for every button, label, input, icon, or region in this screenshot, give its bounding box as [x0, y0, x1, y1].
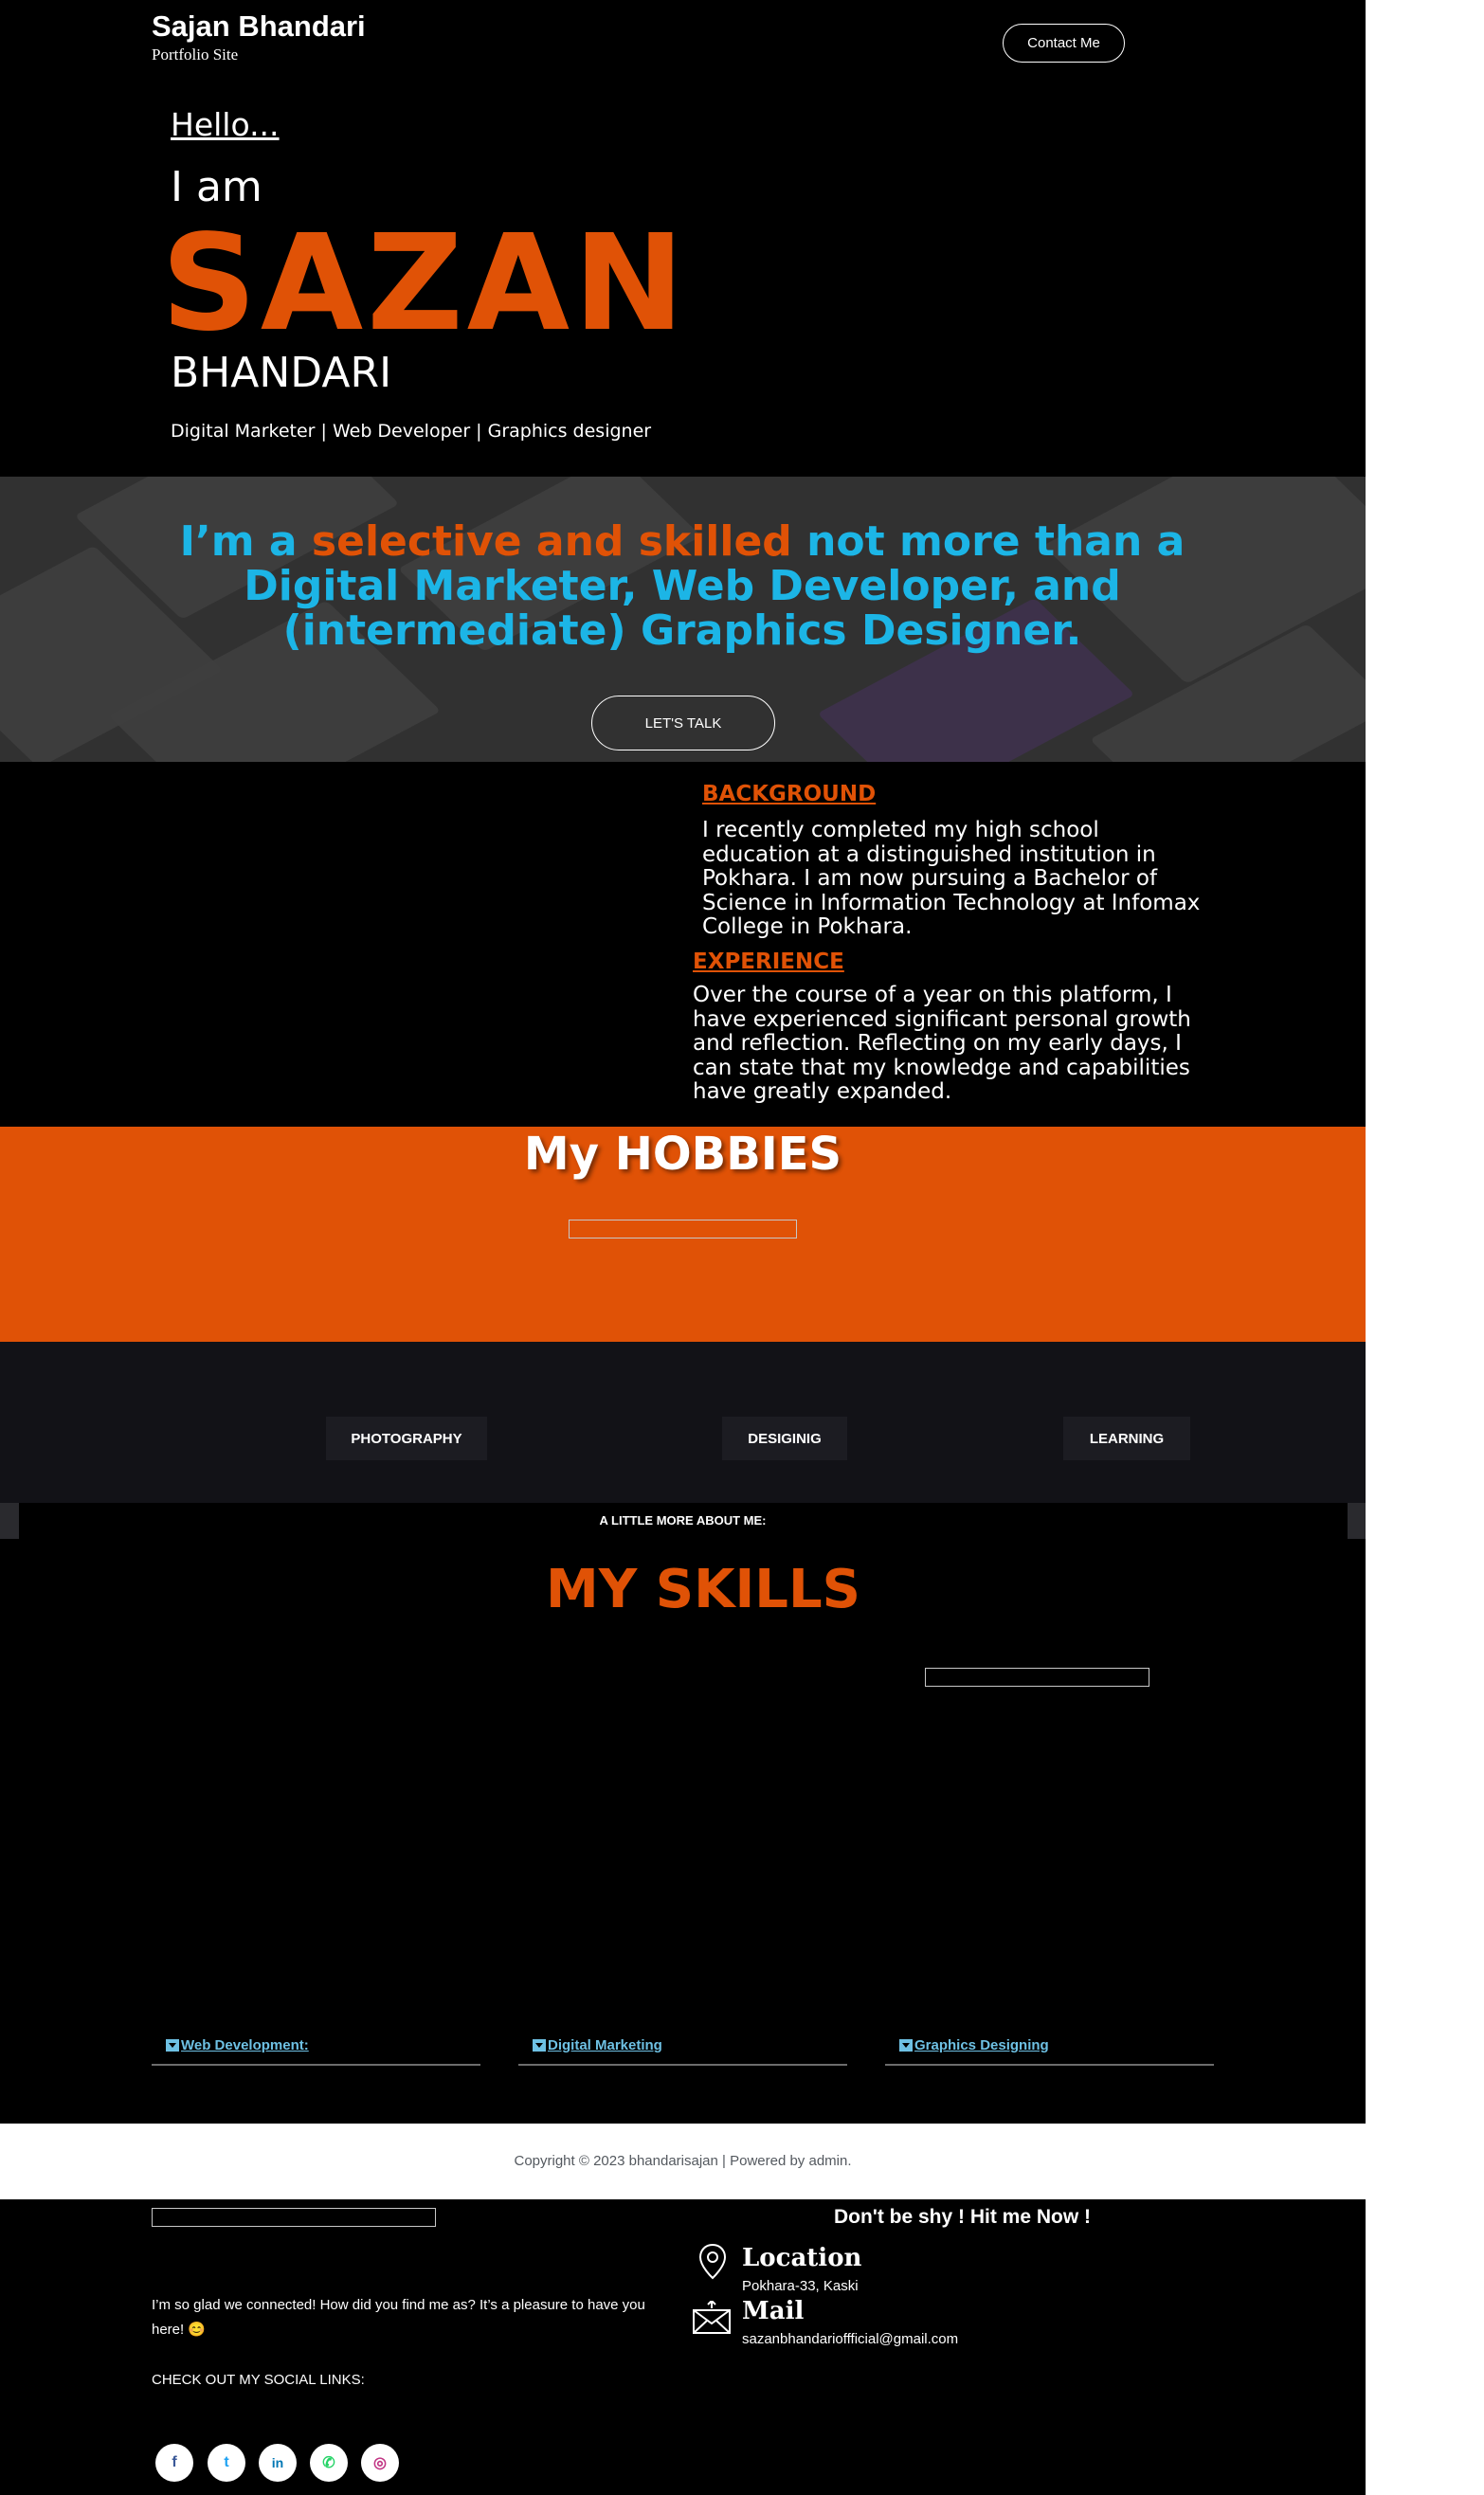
background-text: I recently completed my high school educ… [702, 818, 1201, 939]
page-margin [1366, 0, 1484, 2495]
banner-text-part1: I’m a [179, 517, 312, 566]
footer-message: I’m so glad we connected! How did you fi… [152, 2297, 645, 2338]
skill-tab-label[interactable]: Digital Marketing [548, 2037, 662, 2053]
skill-tab-digital-marketing[interactable]: Digital Marketing [518, 2033, 847, 2066]
copyright-text: Copyright © 2023 bhandarisajan | Powered… [514, 2153, 852, 2169]
banner-text-highlight: selective and skilled [311, 517, 792, 566]
skill-tab-label[interactable]: Web Development: [181, 2037, 309, 2053]
lets-talk-button[interactable]: LET'S TALK [591, 696, 775, 750]
banner-headline: I’m a selective and skilled not more tha… [161, 519, 1203, 653]
skill-tab-label[interactable]: Graphics Designing [914, 2037, 1049, 2053]
site-tagline: Portfolio Site [152, 45, 239, 63]
location-pin-icon [698, 2243, 727, 2280]
contact-me-button[interactable]: Contact Me [1003, 24, 1125, 63]
site-title[interactable]: Sajan Bhandari [152, 9, 366, 44]
caret-down-icon [533, 2039, 546, 2052]
footer-logo-placeholder [152, 2208, 436, 2227]
hobby-learning: LEARNING [1063, 1417, 1190, 1460]
experience-title: EXPERIENCE [693, 949, 844, 974]
hero-first-name: SAZAN [161, 207, 689, 361]
hobby-photography: PHOTOGRAPHY [326, 1417, 487, 1460]
linkedin-icon[interactable]: in [259, 2444, 297, 2482]
background-title: BACKGROUND [702, 782, 877, 806]
location-label: Location [742, 2244, 862, 2272]
mail-label: Mail [742, 2297, 805, 2325]
location-value: Pokhara-33, Kaski [742, 2278, 859, 2294]
social-heading: CHECK OUT MY SOCIAL LINKS: [152, 2372, 365, 2388]
skills-title: MY SKILLS [545, 1559, 861, 1620]
site-footer [0, 2199, 1366, 2495]
skill-tab-graphics-designing[interactable]: Graphics Designing [885, 2033, 1214, 2066]
contact-cta-heading: Don't be shy ! Hit me Now ! [834, 2206, 1092, 2228]
skills-eyebrow: A LITTLE MORE ABOUT ME: [599, 1513, 767, 1528]
facebook-icon[interactable]: f [155, 2444, 193, 2482]
hobby-designing: DESIGIΝIG [722, 1417, 847, 1460]
section-padding [1348, 1539, 1366, 2124]
instagram-icon[interactable]: ◎ [361, 2444, 399, 2482]
hobbies-title: My HOBBIES [523, 1128, 842, 1181]
mail-value[interactable]: sazanbhandarioffficial@gmail.com [742, 2331, 958, 2347]
section-padding [0, 1539, 19, 2124]
hero-greeting: Hello... [171, 106, 280, 143]
hero-last-name: BHANDARI [171, 349, 392, 397]
hobbies-image-placeholder [569, 1220, 797, 1238]
skills-image-placeholder [925, 1668, 1149, 1687]
hero-roles: Digital Marketer | Web Developer | Graph… [171, 421, 652, 442]
twitter-icon[interactable]: t [208, 2444, 245, 2482]
experience-text: Over the course of a year on this platfo… [693, 983, 1191, 1104]
skill-tab-web-development[interactable]: Web Development: [152, 2033, 480, 2066]
mail-icon [693, 2301, 731, 2334]
caret-down-icon [166, 2039, 179, 2052]
whatsapp-icon[interactable]: ✆ [310, 2444, 348, 2482]
caret-down-icon [899, 2039, 913, 2052]
